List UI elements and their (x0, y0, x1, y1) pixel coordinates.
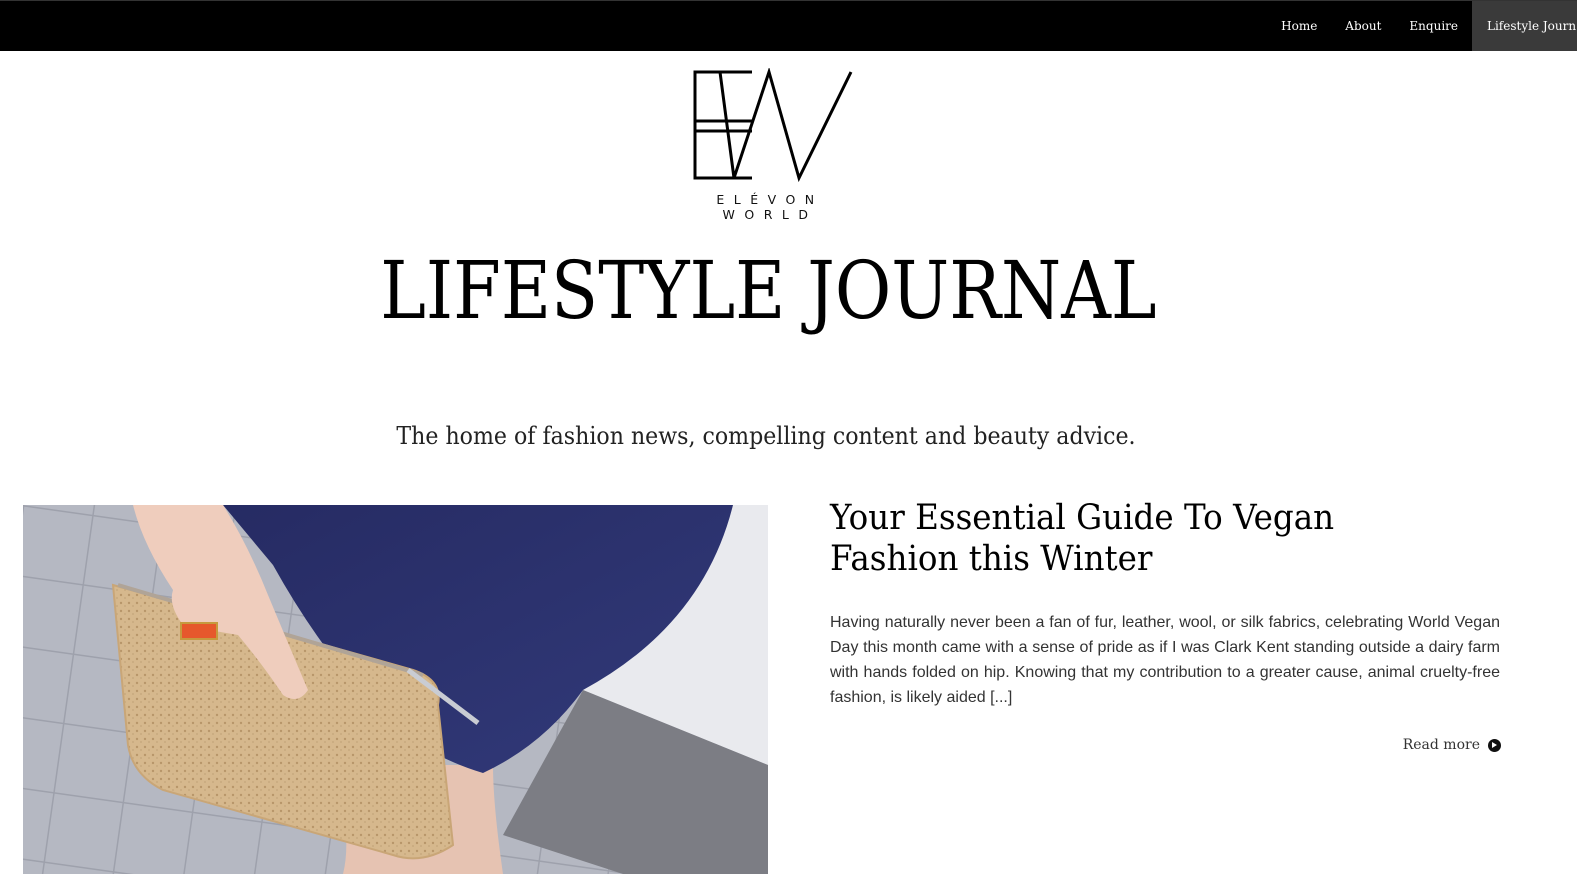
post-title[interactable]: Your Essential Guide To Vegan Fashion th… (830, 498, 1462, 580)
top-navigation-bar: Home About Enquire Lifestyle Journ (0, 0, 1577, 51)
nav-enquire[interactable]: Enquire (1395, 1, 1472, 51)
site-logo[interactable]: ELÉVON WORLD (672, 68, 872, 222)
nav-home[interactable]: Home (1267, 1, 1331, 51)
post-featured-image[interactable] (23, 505, 768, 874)
site-tagline: The home of fashion news, compelling con… (396, 422, 1136, 450)
nav-about[interactable]: About (1331, 1, 1395, 51)
nav-lifestyle-journal[interactable]: Lifestyle Journ (1472, 1, 1577, 51)
read-more-label: Read more (1402, 737, 1480, 753)
page-title: LIFESTYLE JOURNAL (380, 244, 1157, 337)
ew-monogram-logo-icon (693, 68, 853, 183)
main-nav: Home About Enquire Lifestyle Journ (1267, 1, 1577, 51)
arrow-circle-right-icon (1488, 738, 1501, 752)
cork-clutch-photo-icon (23, 505, 768, 874)
read-more-link[interactable]: Read more (1403, 737, 1501, 753)
post-excerpt: Having naturally never been a fan of fur… (830, 614, 1500, 706)
logo-wordmark: ELÉVON WORLD (716, 192, 824, 222)
